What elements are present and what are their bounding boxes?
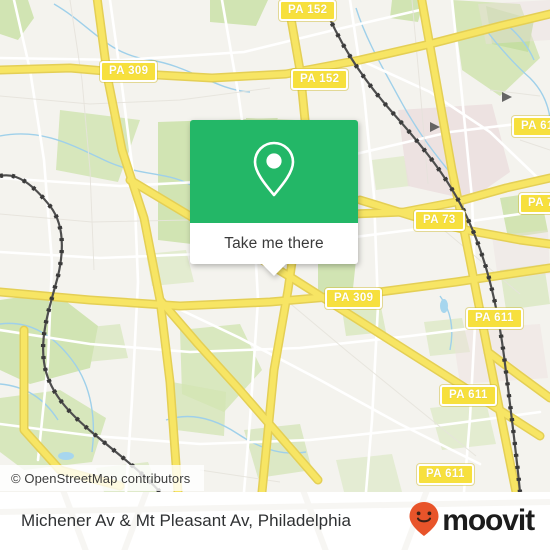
road-shield: PA 611 bbox=[466, 308, 523, 329]
road-shield: PA 73 bbox=[519, 193, 550, 214]
destination-popup-card[interactable]: Take me there bbox=[190, 120, 358, 276]
road-shield: PA 309 bbox=[325, 288, 383, 309]
road-shield: PA 611 bbox=[417, 464, 474, 485]
location-title: Michener Av & Mt Pleasant Av, Philadelph… bbox=[21, 511, 352, 530]
road-shield: PA 611 bbox=[512, 116, 550, 137]
moovit-pin-icon bbox=[408, 501, 440, 542]
take-me-there-label: Take me there bbox=[224, 234, 324, 252]
footer-bar: Michener Av & Mt Pleasant Av, Philadelph… bbox=[0, 492, 550, 550]
popup-action-panel[interactable]: Take me there bbox=[190, 223, 358, 276]
moovit-logo[interactable]: moovit bbox=[408, 501, 535, 542]
moovit-wordmark: moovit bbox=[442, 504, 535, 537]
popup-icon-panel bbox=[190, 120, 358, 223]
popup-pointer-tail bbox=[262, 264, 286, 276]
map-screenshot: PA 152 PA 309 PA 152 PA 611 PA 73 PA 73 PA 309… bbox=[0, 0, 550, 550]
road-shield: PA 152 bbox=[291, 69, 349, 90]
road-shield: PA 611 bbox=[440, 385, 497, 406]
map-attribution[interactable]: © OpenStreetMap contributors bbox=[0, 465, 205, 491]
road-shield: PA 152 bbox=[279, 0, 337, 21]
map-pin-icon bbox=[251, 140, 297, 203]
road-shield: PA 73 bbox=[414, 210, 465, 231]
road-shield: PA 309 bbox=[100, 61, 158, 82]
